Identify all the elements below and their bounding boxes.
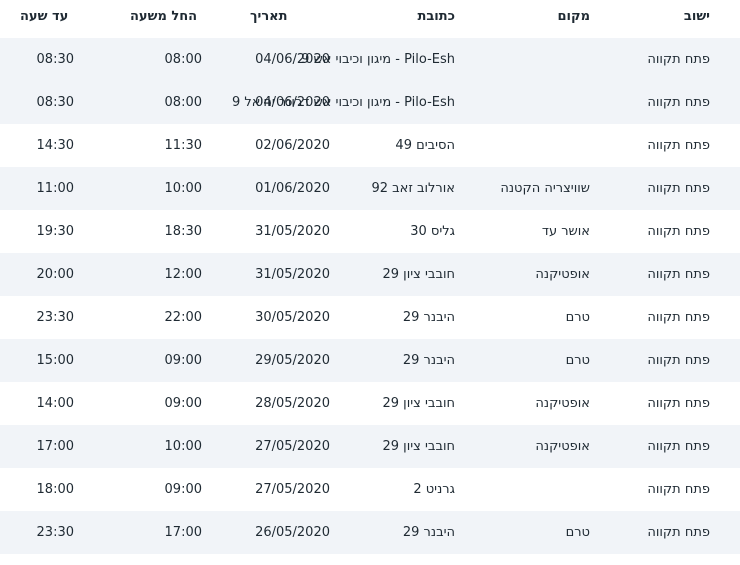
cell-to-time: 23:30 bbox=[36, 525, 74, 540]
table-row: פתח תקווה Pilo-Esh - מיגון וכיבוי אש דרו… bbox=[0, 81, 740, 124]
cell-from-time: 17:00 bbox=[164, 525, 202, 540]
cell-date: 04/06/2020 bbox=[255, 95, 330, 110]
cell-place: שוויצריה הקטנה bbox=[500, 181, 590, 196]
cell-city: פתח תקווה bbox=[647, 138, 710, 153]
cell-from-time: 09:00 bbox=[164, 482, 202, 497]
header-from-time[interactable]: החל משעה bbox=[130, 0, 202, 38]
cell-city: פתח תקווה bbox=[647, 439, 710, 454]
cell-from-time: 10:00 bbox=[164, 439, 202, 454]
cell-city: פתח תקווה bbox=[647, 95, 710, 110]
cell-date: 27/05/2020 bbox=[255, 482, 330, 497]
cell-date: 02/06/2020 bbox=[255, 138, 330, 153]
header-city[interactable]: ישוב bbox=[620, 0, 710, 38]
cell-to-time: 20:00 bbox=[36, 267, 74, 282]
cell-place: אופטיקנה bbox=[535, 267, 590, 282]
table-row: פתח תקווה טרם היבנר 29 30/05/2020 22:00 … bbox=[0, 296, 740, 339]
header-to-time[interactable]: עד שעה bbox=[20, 0, 74, 38]
table-row: פתח תקווה טרם היבנר 29 29/05/2020 09:00 … bbox=[0, 339, 740, 382]
cell-to-time: 15:00 bbox=[36, 353, 74, 368]
cell-place bbox=[460, 81, 590, 124]
cell-city: פתח תקווה bbox=[647, 224, 710, 239]
cell-date: 04/06/2020 bbox=[255, 52, 330, 67]
table-row: פתח תקווה אופטיקנה חובבי ציון 29 31/05/2… bbox=[0, 253, 740, 296]
cell-from-time: 08:00 bbox=[164, 52, 202, 67]
cell-place: טרם bbox=[565, 310, 590, 325]
cell-to-time: 23:30 bbox=[36, 310, 74, 325]
cell-city: פתח תקווה bbox=[647, 181, 710, 196]
cell-place bbox=[460, 124, 590, 167]
cell-date: 27/05/2020 bbox=[255, 439, 330, 454]
table-row: פתח תקווה אושר עד גליס 30 31/05/2020 18:… bbox=[0, 210, 740, 253]
cell-from-time: 18:30 bbox=[164, 224, 202, 239]
cell-city: פתח תקווה bbox=[647, 267, 710, 282]
header-date[interactable]: תאריך bbox=[250, 0, 330, 38]
cell-from-time: 09:00 bbox=[164, 396, 202, 411]
cell-city: פתח תקווה bbox=[647, 353, 710, 368]
cell-place: אופטיקנה bbox=[535, 396, 590, 411]
header-place[interactable]: מקום bbox=[460, 0, 591, 38]
cell-to-time: 18:00 bbox=[36, 482, 74, 497]
cell-to-time: 08:30 bbox=[36, 52, 74, 67]
cell-to-time: 14:30 bbox=[36, 138, 74, 153]
table-row: פתח תקווה שוויצריה הקטנה אורלוב זאב 92 0… bbox=[0, 167, 740, 210]
table-row: פתח תקווה Pilo-Esh - מיגון וכיבוי אש 9 0… bbox=[0, 38, 740, 81]
cell-date: 29/05/2020 bbox=[255, 353, 330, 368]
cell-place: טרם bbox=[565, 525, 590, 540]
cell-place: אושר עד bbox=[541, 224, 590, 239]
cell-from-time: 11:30 bbox=[164, 138, 202, 153]
cell-date: 30/05/2020 bbox=[255, 310, 330, 325]
cell-from-time: 08:00 bbox=[164, 95, 202, 110]
cell-city: פתח תקווה bbox=[647, 525, 710, 540]
cell-to-time: 19:30 bbox=[36, 224, 74, 239]
cell-city: פתח תקווה bbox=[647, 482, 710, 497]
cell-place: טרם bbox=[565, 353, 590, 368]
cell-to-time: 17:00 bbox=[36, 439, 74, 454]
cell-from-time: 22:00 bbox=[164, 310, 202, 325]
cell-city: פתח תקווה bbox=[647, 52, 710, 67]
cell-city: פתח תקווה bbox=[647, 310, 710, 325]
cell-date: 01/06/2020 bbox=[255, 181, 330, 196]
cell-from-time: 10:00 bbox=[164, 181, 202, 196]
cell-to-time: 14:00 bbox=[36, 396, 74, 411]
cell-to-time: 11:00 bbox=[36, 181, 74, 196]
cell-date: 31/05/2020 bbox=[255, 224, 330, 239]
cell-place bbox=[460, 468, 590, 511]
cell-from-time: 12:00 bbox=[164, 267, 202, 282]
table-row: פתח תקווה הסיבים 49 02/06/2020 11:30 14:… bbox=[0, 124, 740, 167]
cell-place: אופטיקנה bbox=[535, 439, 590, 454]
table-row: פתח תקווה טרם היבנר 29 26/05/2020 17:00 … bbox=[0, 511, 740, 554]
cell-date: 31/05/2020 bbox=[255, 267, 330, 282]
cell-from-time: 09:00 bbox=[164, 353, 202, 368]
table-header-row: ישוב מקום כתובת תאריך החל משעה עד שעה bbox=[0, 0, 740, 38]
cell-to-time: 08:30 bbox=[36, 95, 74, 110]
table-row: פתח תקווה אופטיקנה חובבי ציון 29 27/05/2… bbox=[0, 425, 740, 468]
cell-date: 28/05/2020 bbox=[255, 396, 330, 411]
locations-table: ישוב מקום כתובת תאריך החל משעה עד שעה פת… bbox=[0, 0, 740, 565]
table-row: פתח תקווה גרניט 2 27/05/2020 09:00 18:00 bbox=[0, 468, 740, 511]
cell-date: 26/05/2020 bbox=[255, 525, 330, 540]
table-row: פתח תקווה אופטיקנה חובבי ציון 29 28/05/2… bbox=[0, 382, 740, 425]
cell-place bbox=[460, 38, 590, 81]
cell-city: פתח תקווה bbox=[647, 396, 710, 411]
